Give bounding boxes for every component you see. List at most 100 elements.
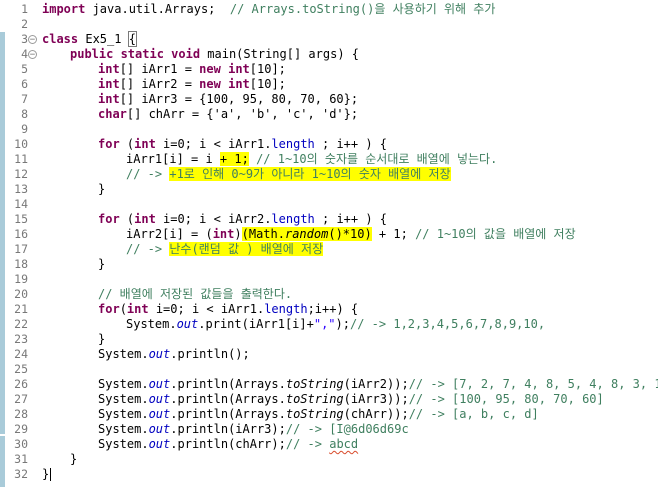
code-text: .println(iArr3);	[170, 422, 286, 436]
code-line-30[interactable]: System.out.println(chArr);// -> abcd	[98, 437, 358, 452]
code-text: [] iArr1 =	[119, 62, 200, 76]
line-number: 7	[21, 92, 28, 106]
code-line-15[interactable]: for (int i=0; i < iArr2.length ; i++ ) {	[98, 212, 387, 227]
code-line-12[interactable]: // -> +1로 인해 0~9가 아니라 1~10의 숫자 배열에 저장	[126, 167, 451, 182]
code-text: }	[70, 452, 78, 466]
code-text: }	[42, 467, 50, 481]
line-number: 32	[14, 467, 28, 481]
code-text: .println(Arrays.	[170, 407, 286, 421]
keyword: int	[134, 137, 156, 151]
code-line-32[interactable]: }	[42, 467, 52, 482]
code-line-29[interactable]: System.out.println(iArr3);// -> [I@6d06d…	[98, 422, 409, 437]
code-text: (chArr));	[343, 407, 409, 421]
code-text: [] iArr3 = {100, 95, 80, 70, 60};	[119, 92, 359, 106]
code-line-20[interactable]: // 배열에 저장된 값들을 출력한다.	[98, 287, 292, 302]
code-line-6[interactable]: int[] iArr2 = new int[10];	[98, 77, 286, 92]
fold-toggle-icon[interactable]: −	[28, 35, 37, 45]
code-text: Ex5_1	[78, 32, 129, 46]
static-field: out	[148, 347, 171, 361]
keyword: import	[42, 2, 86, 16]
static-field: out	[148, 437, 171, 451]
code-line-24[interactable]: System.out.println();	[98, 347, 250, 362]
code-editor[interactable]: 1 2 3 4 5 6 7 8 9 10 11 12 13 14 15 16 17 18 19 20 21 22 23 24 2…	[0, 0, 658, 487]
spelling-warning-word: abcd	[329, 437, 359, 451]
code-line-28[interactable]: System.out.println(Arrays.toString(chArr…	[98, 407, 539, 422]
line-number: 12	[14, 167, 28, 181]
code-text: i=0; i < iArr2.	[155, 212, 272, 226]
code-line-27[interactable]: System.out.println(Arrays.toString(iArr3…	[98, 392, 604, 407]
line-number: 4	[21, 47, 28, 61]
line-number: 16	[14, 227, 28, 241]
keyword: new	[199, 77, 221, 91]
keyword: class	[42, 32, 79, 46]
code-line-10[interactable]: for (int i=0; i < iArr1.length ; i++ ) {	[98, 137, 387, 152]
code-line-11[interactable]: iArr1[i] = i + 1; // 1~10의 숫자를 순서대로 배열에 …	[126, 152, 497, 167]
keyword: char	[98, 107, 127, 121]
line-number: 14	[14, 197, 28, 211]
code-text: [] chArr = {'a', 'b', 'c', 'd'};	[126, 107, 359, 121]
static-field: out	[176, 317, 199, 331]
comment: // -> 1,2,3,4,5,6,7,8,9,10,	[350, 317, 546, 331]
comment: // -> [I@6d06d69c	[285, 422, 409, 436]
static-field: out	[148, 392, 171, 406]
comment: // ->	[285, 437, 330, 451]
comment: // -> [7, 2, 7, 4, 8, 5, 4, 8, 3, 1]	[408, 377, 658, 391]
static-method: toString	[285, 392, 344, 406]
code-line-17[interactable]: // -> 난수(랜덤 값 ) 배열에 저장	[126, 242, 324, 257]
code-line-18[interactable]: }	[98, 257, 105, 272]
static-field: out	[148, 377, 171, 391]
code-line-13[interactable]: }	[98, 182, 105, 197]
line-number: 10	[14, 137, 28, 151]
code-text: .println();	[170, 347, 250, 361]
keyword: for	[98, 302, 120, 316]
keyword: public static void	[70, 47, 201, 61]
code-text: [] iArr2 =	[119, 77, 200, 91]
static-method: toString	[285, 377, 344, 391]
keyword: int	[126, 302, 149, 316]
comment: // 1~10의 숫자를 순서대로 배열에 넣는다.	[256, 152, 498, 166]
string-literal: ","	[313, 317, 336, 331]
code-line-22[interactable]: System.out.print(iArr1[i]+",");// -> 1,2…	[126, 317, 545, 332]
line-number: 27	[14, 392, 28, 406]
code-line-1[interactable]: import java.util.Arrays; // Arrays.toStr…	[42, 2, 495, 17]
code-text: .println(Arrays.	[170, 377, 286, 391]
code-text: main(String[] args) {	[200, 47, 359, 61]
line-number: 29	[14, 422, 28, 436]
code-line-21[interactable]: for(int i=0; i < iArr1.length;i++) {	[98, 302, 358, 317]
code-text: [10];	[249, 77, 286, 91]
code-text: (	[119, 212, 135, 226]
line-number: 2	[21, 17, 28, 31]
comment: // ->	[126, 242, 170, 256]
line-number: 26	[14, 377, 28, 391]
code-line-4[interactable]: public static void main(String[] args) {	[70, 47, 359, 62]
code-text: .print(iArr1[i]+	[198, 317, 314, 331]
line-number: 22	[14, 317, 28, 331]
code-text: System.	[98, 422, 149, 436]
line-number: 13	[14, 182, 28, 196]
comment: // -> [a, b, c, d]	[408, 407, 539, 421]
code-line-3[interactable]: class Ex5_1 {	[42, 31, 137, 47]
code-text: System.	[98, 392, 149, 406]
code-line-23[interactable]: }	[98, 332, 105, 347]
code-line-31[interactable]: }	[70, 452, 77, 467]
keyword: int	[212, 227, 235, 241]
code-line-26[interactable]: System.out.println(Arrays.toString(iArr2…	[98, 377, 658, 392]
code-line-7[interactable]: int[] iArr3 = {100, 95, 80, 70, 60};	[98, 92, 358, 107]
code-text: iArr1[i] = i	[126, 152, 220, 166]
code-line-8[interactable]: char[] chArr = {'a', 'b', 'c', 'd'};	[98, 107, 358, 122]
keyword: int	[98, 77, 120, 91]
line-number: 5	[21, 62, 28, 76]
code-text: )	[234, 227, 242, 241]
code-line-16[interactable]: iArr2[i] = (int)(Math.random()*10) + 1; …	[126, 227, 576, 242]
code-line-5[interactable]: int[] iArr1 = new int[10];	[98, 62, 286, 77]
code-text: System.	[98, 347, 149, 361]
line-number: 15	[14, 212, 28, 226]
highlighted-comment: +1로 인해 0~9가 아니라 1~10의 숫자 배열에 저장	[169, 167, 451, 181]
line-number: 30	[14, 437, 28, 451]
fold-toggle-icon[interactable]: −	[28, 50, 37, 60]
keyword: int	[228, 62, 250, 76]
keyword: int	[134, 212, 156, 226]
static-method: toString	[285, 407, 344, 421]
